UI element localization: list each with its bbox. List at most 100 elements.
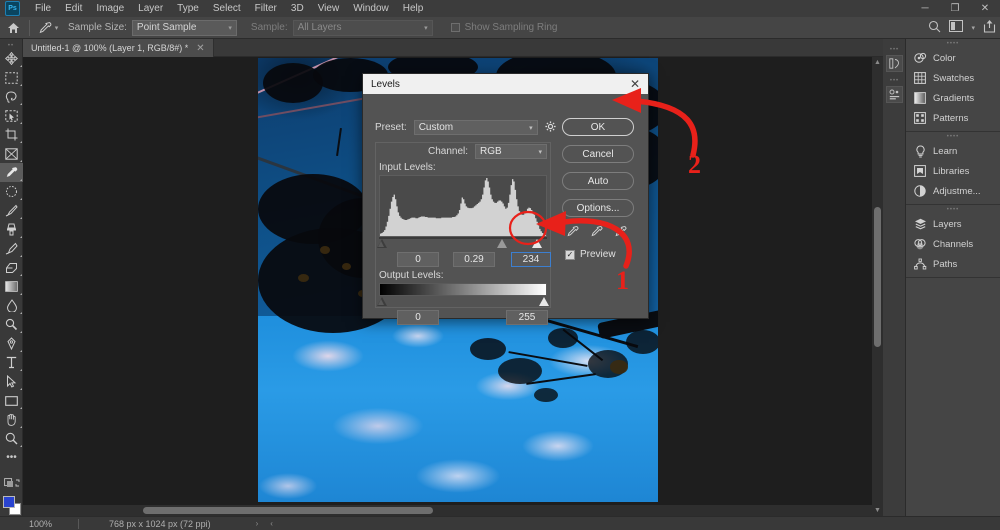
horizontal-type-tool[interactable]	[0, 353, 23, 372]
menu-file[interactable]: File	[28, 0, 58, 17]
auto-button[interactable]: Auto	[562, 172, 634, 190]
history-brush-tool[interactable]	[0, 239, 23, 258]
quick-mask-toggle-row[interactable]	[0, 473, 23, 492]
rail-icon-properties[interactable]	[886, 55, 903, 72]
rectangular-marquee-tool[interactable]	[0, 68, 23, 87]
close-button[interactable]: ✕	[970, 0, 1000, 17]
channel-select[interactable]: RGB ▾	[475, 144, 548, 159]
output-shadow-slider[interactable]	[377, 297, 387, 306]
rail-grip[interactable]: •••	[890, 47, 899, 53]
panel-item-swatches[interactable]: Swatches	[906, 68, 1000, 88]
rail-icon-adjustments[interactable]	[886, 86, 903, 103]
menu-layer[interactable]: Layer	[131, 0, 170, 17]
preset-select[interactable]: Custom ▾	[413, 120, 538, 135]
zoom-level[interactable]: 100%	[23, 519, 78, 529]
move-tool[interactable]	[0, 49, 23, 68]
panel-group-grip[interactable]: ••••	[906, 39, 1000, 48]
dodge-tool[interactable]	[0, 315, 23, 334]
eyedropper-icon[interactable]: ▾	[33, 21, 63, 35]
dialog-title-bar[interactable]: Levels ✕	[363, 74, 648, 94]
clone-stamp-tool[interactable]	[0, 220, 23, 239]
foreground-color-swatch[interactable]	[3, 496, 15, 508]
search-icon[interactable]	[928, 20, 941, 36]
panel-item-libraries[interactable]: Libraries	[906, 161, 1000, 181]
panel-item-gradients[interactable]: Gradients	[906, 88, 1000, 108]
rectangle-tool[interactable]	[0, 391, 23, 410]
status-expand-icon[interactable]: ›	[211, 519, 259, 528]
input-midtone-slider[interactable]	[497, 239, 507, 248]
panel-item-patterns[interactable]: Patterns	[906, 108, 1000, 128]
gradient-tool[interactable]	[0, 277, 23, 296]
output-shadow-field[interactable]: 0	[397, 310, 439, 325]
menu-type[interactable]: Type	[170, 0, 206, 17]
spot-healing-brush-tool[interactable]	[0, 182, 23, 201]
menu-help[interactable]: Help	[396, 0, 431, 17]
menu-3d[interactable]: 3D	[284, 0, 311, 17]
hand-tool[interactable]	[0, 410, 23, 429]
pen-tool[interactable]	[0, 334, 23, 353]
eraser-tool[interactable]	[0, 258, 23, 277]
status-collapse-icon[interactable]: ‹	[258, 519, 273, 528]
input-shadow-slider[interactable]	[377, 239, 387, 248]
levels-dialog[interactable]: Levels ✕ Preset: Custom ▾ Channel: RGB ▾	[362, 73, 649, 325]
blur-tool[interactable]	[0, 296, 23, 315]
preview-checkbox[interactable]: ✓ Preview	[565, 249, 616, 260]
input-midtone-field[interactable]: 0.29	[453, 252, 495, 267]
input-levels-slider-track[interactable]	[379, 237, 547, 239]
panel-item-learn[interactable]: Learn	[906, 141, 1000, 161]
output-highlight-field[interactable]: 255	[506, 310, 548, 325]
input-highlight-slider[interactable]	[532, 239, 542, 248]
panel-item-adjustments[interactable]: Adjustme...	[906, 181, 1000, 201]
brush-tool[interactable]	[0, 201, 23, 220]
rail-group-adjustments[interactable]: •••	[883, 45, 906, 76]
output-highlight-slider[interactable]	[539, 297, 549, 306]
chevron-down-icon[interactable]: ▾	[971, 24, 975, 32]
menu-window[interactable]: Window	[346, 0, 396, 17]
set-gray-point-eyedropper-icon[interactable]	[590, 225, 603, 243]
panel-item-color[interactable]: Color	[906, 48, 1000, 68]
zoom-tool[interactable]	[0, 429, 23, 448]
set-white-point-eyedropper-icon[interactable]	[614, 225, 627, 243]
sample-select[interactable]: All Layers ▾	[292, 19, 433, 36]
menu-edit[interactable]: Edit	[58, 0, 89, 17]
eyedropper-tool[interactable]	[0, 163, 23, 182]
show-sampling-ring-checkbox[interactable]: Show Sampling Ring	[433, 22, 557, 33]
close-icon[interactable]: ✕	[622, 74, 648, 94]
cancel-button[interactable]: Cancel	[562, 145, 634, 163]
sample-size-select[interactable]: Point Sample ▾	[131, 19, 237, 36]
restore-button[interactable]: ❐	[940, 0, 970, 17]
menu-image[interactable]: Image	[89, 0, 131, 17]
workspace-icon[interactable]	[949, 20, 964, 35]
output-levels-gradient[interactable]	[379, 283, 547, 296]
set-black-point-eyedropper-icon[interactable]	[566, 225, 579, 243]
scroll-down-icon[interactable]: ▼	[872, 505, 883, 516]
scroll-up-icon[interactable]: ▲	[872, 57, 883, 68]
vertical-scrollbar-thumb[interactable]	[874, 207, 881, 347]
menu-view[interactable]: View	[311, 0, 347, 17]
rail-group-libraries[interactable]: •••	[883, 76, 906, 107]
crop-tool[interactable]	[0, 125, 23, 144]
rail-grip[interactable]: •••	[890, 78, 899, 84]
panel-item-channels[interactable]: Channels	[906, 234, 1000, 254]
path-selection-tool[interactable]	[0, 372, 23, 391]
input-shadow-field[interactable]: 0	[397, 252, 439, 267]
home-icon[interactable]	[0, 22, 26, 34]
panel-item-paths[interactable]: Paths	[906, 254, 1000, 274]
frame-tool[interactable]	[0, 144, 23, 163]
vertical-scrollbar[interactable]: ▲ ▼	[872, 57, 883, 516]
edit-toolbar-button[interactable]: •••	[0, 448, 23, 467]
panel-group-grip[interactable]: ••••	[906, 205, 1000, 214]
horizontal-scrollbar-thumb[interactable]	[143, 507, 433, 514]
object-selection-tool[interactable]	[0, 106, 23, 125]
close-icon[interactable]: ✕	[196, 43, 204, 54]
share-icon[interactable]	[983, 19, 996, 36]
panel-group-grip[interactable]: ••••	[906, 132, 1000, 141]
ok-button[interactable]: OK	[562, 118, 634, 136]
gear-icon[interactable]	[545, 120, 556, 135]
horizontal-scrollbar[interactable]	[23, 505, 872, 516]
input-highlight-field[interactable]: 234	[511, 252, 551, 267]
menu-filter[interactable]: Filter	[248, 0, 284, 17]
minimize-button[interactable]: ─	[910, 0, 940, 17]
lasso-tool[interactable]	[0, 87, 23, 106]
panel-item-layers[interactable]: Layers	[906, 214, 1000, 234]
